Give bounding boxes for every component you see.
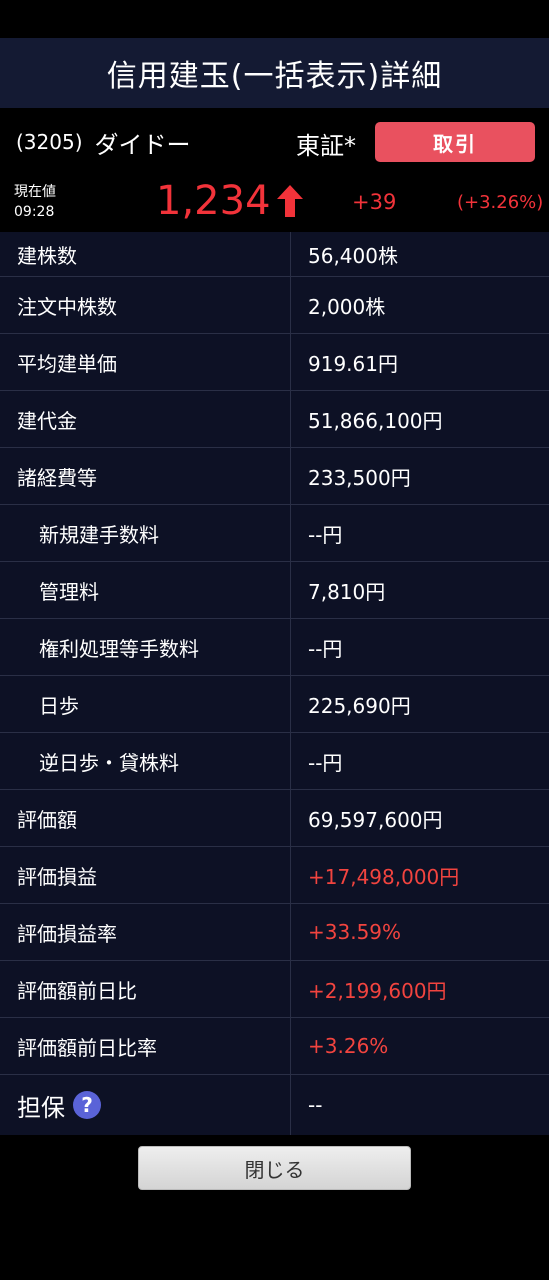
collateral-row: 担保? -- <box>0 1075 549 1135</box>
table-row: 建株数 56,400株 <box>0 232 549 277</box>
arrow-up-icon <box>276 185 303 217</box>
price-change: +39 <box>352 190 397 214</box>
row-label: 注文中株数 <box>0 277 291 333</box>
row-label: 評価損益率 <box>0 904 291 960</box>
row-value: --円 <box>308 522 343 547</box>
current-price-value: 1,234 <box>156 178 271 224</box>
row-value: 233,500円 <box>308 465 411 490</box>
row-label: 管理料 <box>0 562 291 618</box>
row-value: --円 <box>308 750 343 775</box>
row-value: --円 <box>308 636 343 661</box>
table-row: 新規建手数料 --円 <box>0 505 549 562</box>
row-value: +17,498,000円 <box>308 864 460 889</box>
price-time: 09:28 <box>14 204 55 220</box>
market-label: 東証* <box>296 132 356 160</box>
row-value: 2,000株 <box>308 294 386 319</box>
row-value: +33.59% <box>308 920 402 944</box>
collateral-value: -- <box>308 1093 323 1117</box>
table-row: 権利処理等手数料 --円 <box>0 619 549 676</box>
row-value: +2,199,600円 <box>308 978 447 1003</box>
current-price-label-block: 現在値 09:28 <box>14 182 56 222</box>
row-value: 7,810円 <box>308 579 386 604</box>
row-label: 権利処理等手数料 <box>0 619 291 675</box>
row-value: 69,597,600円 <box>308 807 443 832</box>
status-bar <box>0 0 549 38</box>
stock-name: ダイドー <box>94 130 191 159</box>
price-row: 現在値 09:28 1,234 +39 (+3.26%) <box>0 176 549 232</box>
row-label: 評価額前日比 <box>0 961 291 1017</box>
stock-code: (3205) <box>16 130 83 154</box>
table-row: 日歩 225,690円 <box>0 676 549 733</box>
row-label: 日歩 <box>0 676 291 732</box>
current-price-label: 現在値 <box>14 184 56 200</box>
table-row: 逆日歩・貸株料 --円 <box>0 733 549 790</box>
row-label: 建代金 <box>0 391 291 447</box>
collateral-label: 担保 <box>17 1093 65 1122</box>
row-value: 225,690円 <box>308 693 411 718</box>
table-row: 評価額前日比 +2,199,600円 <box>0 961 549 1018</box>
table-row: 評価損益 +17,498,000円 <box>0 847 549 904</box>
row-value: 919.61円 <box>308 351 398 376</box>
stock-info-row: (3205) ダイドー 東証* 取引 <box>0 108 549 176</box>
row-label: 逆日歩・貸株料 <box>0 733 291 789</box>
row-label: 評価損益 <box>0 847 291 903</box>
table-row: 建代金 51,866,100円 <box>0 391 549 448</box>
row-label: 新規建手数料 <box>0 505 291 561</box>
row-label: 評価額前日比率 <box>0 1018 291 1074</box>
row-value: 56,400株 <box>308 243 398 268</box>
current-price: 1,234 <box>156 178 305 224</box>
close-button[interactable]: 閉じる <box>138 1146 411 1190</box>
table-row: 評価損益率 +33.59% <box>0 904 549 961</box>
row-value: 51,866,100円 <box>308 408 443 433</box>
table-row: 管理料 7,810円 <box>0 562 549 619</box>
row-label: 諸経費等 <box>0 448 291 504</box>
row-label: 平均建単価 <box>0 334 291 390</box>
table-row: 注文中株数 2,000株 <box>0 277 549 334</box>
page-title: 信用建玉(一括表示)詳細 <box>0 38 549 108</box>
collateral-label-cell: 担保? <box>0 1075 291 1135</box>
row-value: +3.26% <box>308 1034 389 1058</box>
help-icon[interactable]: ? <box>73 1091 101 1119</box>
row-label: 評価額 <box>0 790 291 846</box>
trade-button[interactable]: 取引 <box>375 122 535 162</box>
footer: 閉じる <box>0 1146 549 1190</box>
table-row: 評価額 69,597,600円 <box>0 790 549 847</box>
table-row: 評価額前日比率 +3.26% <box>0 1018 549 1075</box>
table-row: 平均建単価 919.61円 <box>0 334 549 391</box>
table-row: 諸経費等 233,500円 <box>0 448 549 505</box>
price-change-percent: (+3.26%) <box>457 192 544 213</box>
position-detail-table: 建株数 56,400株 注文中株数 2,000株 平均建単価 919.61円 建代金 51,8… <box>0 232 549 1135</box>
row-label: 建株数 <box>0 232 291 276</box>
